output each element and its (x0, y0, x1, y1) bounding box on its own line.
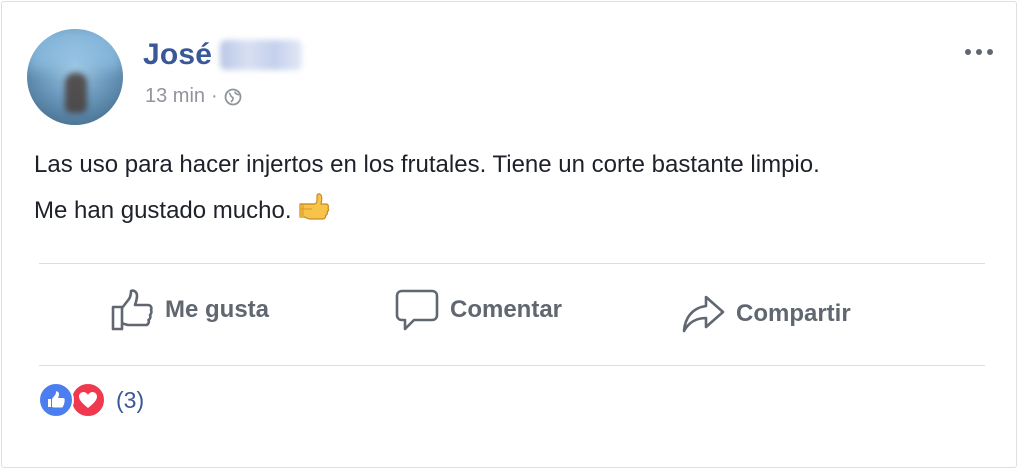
globe-icon[interactable] (224, 88, 242, 106)
like-button[interactable]: Me gusta (109, 284, 269, 336)
share-button[interactable]: Compartir (680, 288, 851, 340)
reactions-summary[interactable]: (3) (38, 382, 144, 418)
share-label: Compartir (736, 300, 851, 327)
thumbs-up-emoji-icon (296, 190, 330, 224)
post-text-line-2: Me han gustado mucho. (34, 197, 292, 224)
comment-label: Comentar (450, 296, 563, 323)
divider-bottom (39, 365, 985, 366)
avatar[interactable] (27, 29, 123, 125)
meta-separator: · (211, 85, 218, 107)
post-body: Las uso para hacer injertos en los fruta… (34, 142, 994, 234)
like-reaction-icon (38, 382, 74, 418)
author-row: José (143, 38, 303, 72)
comment-button[interactable]: Comentar (394, 284, 562, 336)
love-reaction-icon (70, 382, 106, 418)
like-label: Me gusta (165, 296, 270, 323)
comment-bubble-icon (395, 289, 439, 331)
redacted-surname (220, 40, 303, 70)
reaction-count[interactable]: (3) (116, 387, 144, 414)
divider-top (39, 263, 985, 264)
thumbs-up-icon (111, 289, 153, 331)
author-name[interactable]: José (143, 38, 212, 72)
more-options-icon[interactable] (962, 38, 996, 66)
post-card: José 13 min · Las uso para hacer injerto… (1, 1, 1017, 468)
post-timestamp[interactable]: 13 min (145, 85, 205, 108)
post-meta: 13 min · (145, 85, 242, 108)
post-text-line-1: Las uso para hacer injertos en los fruta… (34, 151, 820, 178)
share-arrow-icon (682, 295, 725, 333)
post-text-line-2-wrap: Me han gustado mucho. (34, 188, 994, 234)
